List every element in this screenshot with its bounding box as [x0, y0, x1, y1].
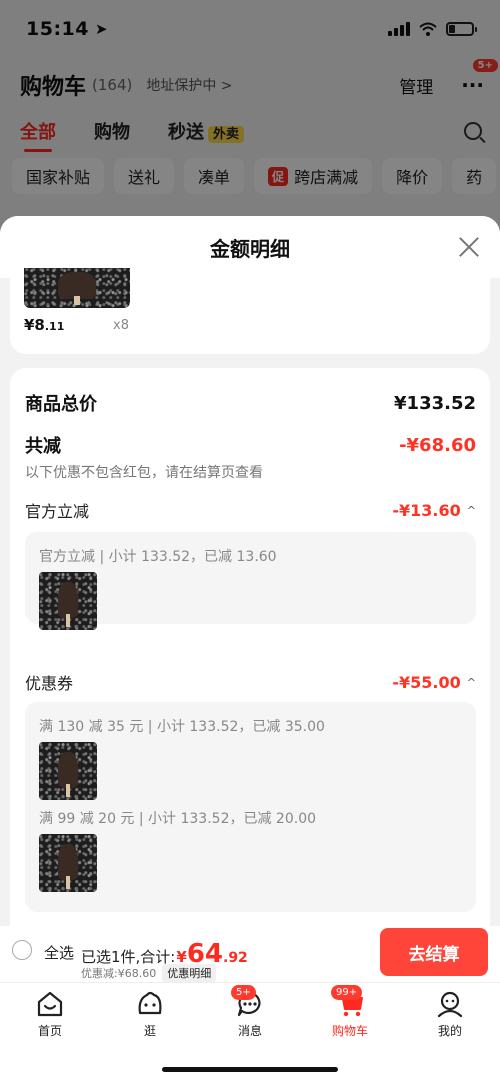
coupon-value-wrap: -¥55.00 ^ [392, 673, 476, 692]
product-thumbnail [39, 834, 97, 892]
tabbar-browse-label: 逛 [143, 1024, 156, 1038]
bottom-tab-bar: 首页 逛 5+ 消息 99+ 购物车 我的 [0, 982, 500, 1082]
home-indicator [162, 1067, 338, 1072]
chevron-up-icon: ^ [466, 675, 476, 689]
price-breakdown-card: 商品总价 ¥133.52 共减 -¥68.60 以下优惠不包含红包，请在结算页查… [10, 368, 490, 926]
coupon-detail-2: 满 99 减 20 元 | 小计 133.52，已减 20.00 [39, 811, 317, 827]
discount-detail-button[interactable]: 优惠明细 [162, 964, 217, 982]
total-row: 商品总价 ¥133.52 [25, 390, 476, 416]
cart-badge: 99+ [331, 985, 363, 1000]
reduce-value: -¥68.60 [399, 434, 476, 456]
official-value-wrap: -¥13.60 ^ [392, 501, 476, 520]
tabbar-browse[interactable]: 逛 [115, 989, 185, 1039]
reduce-label: 共减 [25, 436, 61, 457]
tabbar-cart[interactable]: 99+ 购物车 [315, 985, 385, 1039]
tabbar-messages[interactable]: 5+ 消息 [215, 985, 285, 1039]
sheet-title: 金额明细 [210, 236, 290, 261]
product-image [24, 268, 130, 308]
savings-line: 优惠减:¥68.60 优惠明细 [81, 964, 217, 982]
item-price: ¥8.11 [24, 316, 64, 334]
official-value: -¥13.60 [392, 500, 461, 520]
coupon-detail-1: 满 130 减 35 元 | 小计 133.52，已减 35.00 [39, 719, 325, 735]
close-icon[interactable] [458, 236, 480, 258]
checkout-bar: 全选 已选1件,合计: ¥ 64 .92 优惠减:¥68.60 优惠明细 去结算 [0, 926, 500, 982]
item-price-dec: .11 [44, 320, 65, 333]
profile-icon [437, 991, 463, 1018]
savings-text: 优惠减:¥68.60 [81, 967, 157, 980]
select-all-label[interactable]: 全选 [44, 942, 74, 963]
amount-detail-sheet: 金额明细 ¥8.11 x8 商品总价 ¥133.52 共减 -¥68.60 以下… [0, 216, 500, 926]
total-label: 商品总价 [25, 394, 97, 415]
tabbar-home[interactable]: 首页 [15, 989, 85, 1039]
official-detail: 官方立减 | 小计 133.52，已减 13.60 [39, 549, 277, 565]
messages-badge: 5+ [231, 985, 256, 1000]
item-quantity: x8 [113, 318, 129, 333]
official-detail-box: 官方立减 | 小计 133.52，已减 13.60 [25, 532, 476, 630]
official-discount-row[interactable]: 官方立减 -¥13.60 ^ [25, 498, 476, 522]
tabbar-home-label: 首页 [37, 1024, 62, 1038]
total-value: ¥133.52 [394, 392, 476, 414]
coupon-row[interactable]: 优惠券 -¥55.00 ^ [25, 670, 476, 694]
item-price-int: ¥8 [24, 316, 45, 334]
reduce-row: 共减 -¥68.60 [25, 432, 476, 458]
reduce-note: 以下优惠不包含红包，请在结算页查看 [25, 465, 263, 481]
total-decimal: .92 [223, 950, 248, 966]
face-icon [138, 991, 162, 1015]
tabbar-messages-label: 消息 [237, 1024, 262, 1038]
tabbar-profile[interactable]: 我的 [415, 989, 485, 1039]
chevron-up-icon: ^ [466, 503, 476, 517]
coupon-label: 优惠券 [25, 674, 74, 693]
tabbar-profile-label: 我的 [437, 1024, 462, 1038]
official-label: 官方立减 [25, 502, 90, 521]
select-all-radio[interactable] [12, 940, 32, 960]
coupon-detail-box: 满 130 减 35 元 | 小计 133.52，已减 35.00 满 99 减… [25, 702, 476, 912]
product-thumbnail [39, 572, 97, 630]
product-thumbnail [39, 742, 97, 800]
tabbar-cart-label: 购物车 [331, 1024, 368, 1038]
product-summary-card: ¥8.11 x8 [10, 268, 490, 354]
coupon-value: -¥55.00 [392, 672, 461, 692]
home-icon [37, 991, 63, 1017]
checkout-button[interactable]: 去结算 [380, 928, 488, 976]
